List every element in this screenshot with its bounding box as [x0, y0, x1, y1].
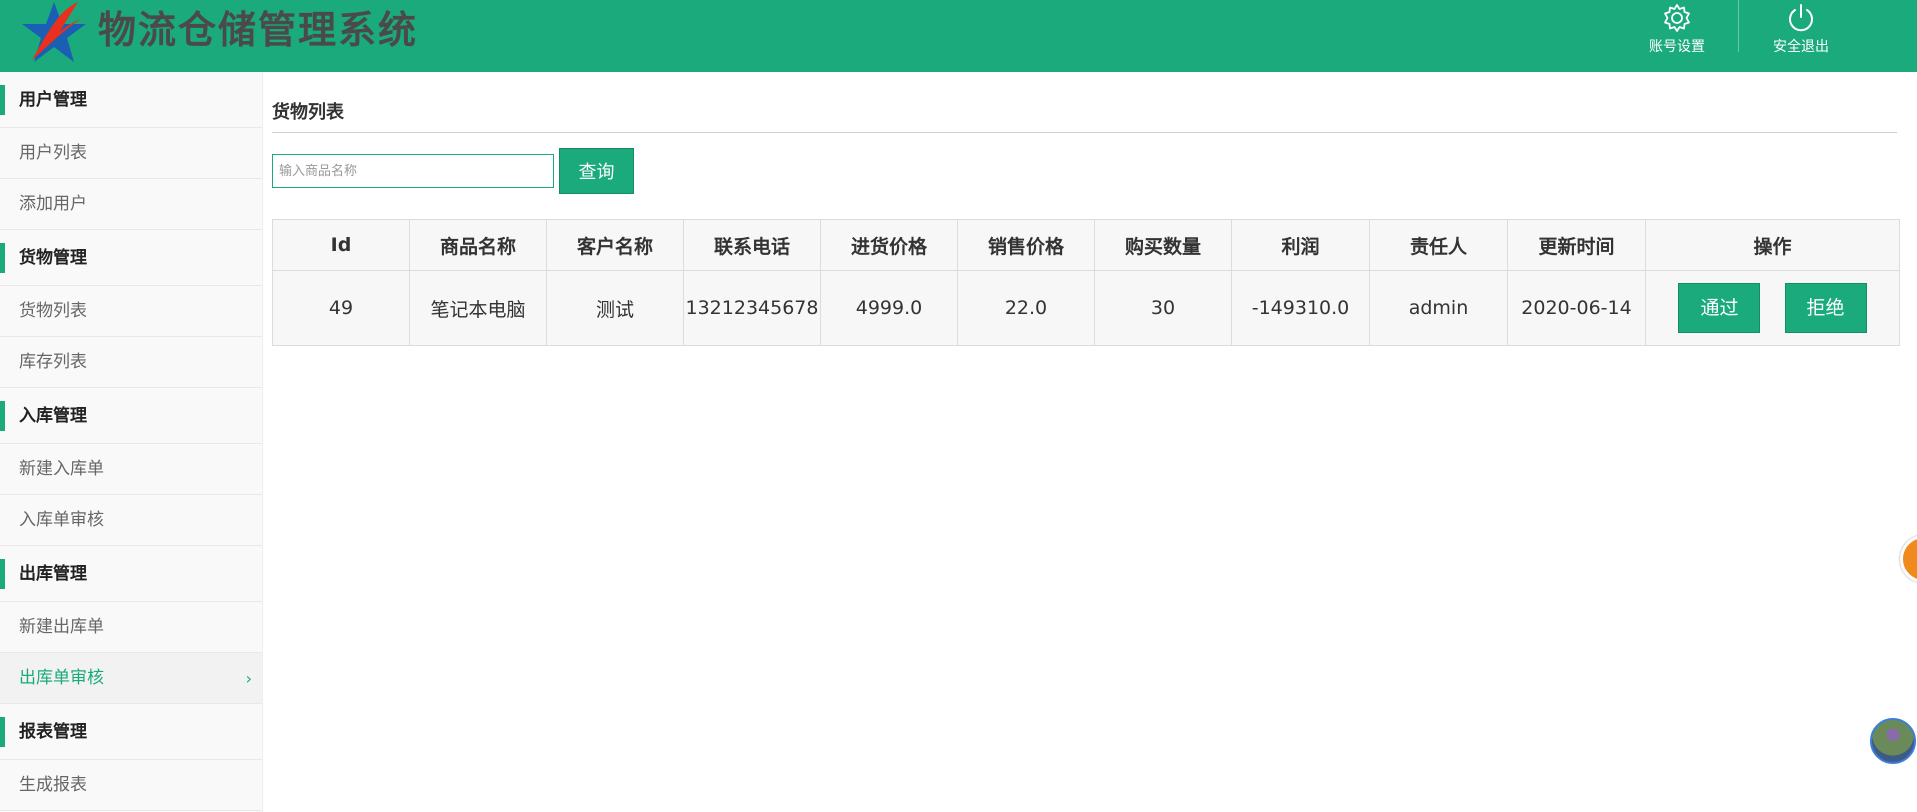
- column-header-purchase-price: 进货价格: [820, 219, 958, 271]
- top-header: 物流仓储管理系统 账号设置 安全退出: [0, 0, 1917, 72]
- sidebar-item-new-inbound-order[interactable]: 新建入库单: [0, 444, 262, 495]
- account-settings-button[interactable]: 账号设置: [1622, 0, 1732, 72]
- title-divider: [272, 132, 1897, 133]
- search-button[interactable]: 查询: [559, 148, 634, 194]
- column-header-quantity: 购买数量: [1094, 219, 1232, 271]
- floating-avatar[interactable]: [1870, 718, 1916, 764]
- column-header-customer-name: 客户名称: [546, 219, 684, 271]
- sidebar-item-goods-list[interactable]: 货物列表: [0, 286, 262, 337]
- floating-badge-icon[interactable]: [1900, 535, 1917, 583]
- power-icon: [1789, 4, 1813, 32]
- cell-updated: 2020-06-14: [1507, 270, 1646, 346]
- cell-quantity: 30: [1094, 270, 1232, 346]
- cell-sale-price: 22.0: [957, 270, 1095, 346]
- column-header-sale-price: 销售价格: [957, 219, 1095, 271]
- column-header-product-name: 商品名称: [409, 219, 547, 271]
- cell-phone: 13212345678: [683, 270, 821, 346]
- cell-purchase-price: 4999.0: [820, 270, 958, 346]
- product-name-search-input[interactable]: [272, 154, 554, 188]
- cell-id: 49: [272, 270, 410, 346]
- column-header-updated: 更新时间: [1507, 219, 1646, 271]
- sidebar-item-new-outbound-order[interactable]: 新建出库单: [0, 602, 262, 653]
- sidebar-group-user-management[interactable]: 用户管理: [0, 72, 262, 128]
- column-header-owner: 责任人: [1369, 219, 1508, 271]
- header-divider: [1738, 0, 1739, 52]
- column-header-phone: 联系电话: [683, 219, 821, 271]
- sidebar-item-inventory-list[interactable]: 库存列表: [0, 337, 262, 388]
- sidebar-item-generate-report[interactable]: 生成报表: [0, 760, 262, 811]
- column-header-profit: 利润: [1231, 219, 1370, 271]
- page-title: 货物列表: [272, 102, 344, 123]
- sidebar-group-inbound-management[interactable]: 入库管理: [0, 388, 262, 444]
- cell-actions: 通过 拒绝: [1645, 270, 1900, 346]
- cell-customer-name: 测试: [546, 270, 684, 346]
- sidebar-item-outbound-review[interactable]: 出库单审核 ›: [0, 653, 262, 704]
- sidebar-group-report-management[interactable]: 报表管理: [0, 704, 262, 760]
- sidebar: 用户管理 用户列表 添加用户 货物管理 货物列表 库存列表 入库管理 新建入库单…: [0, 72, 263, 812]
- account-settings-label: 账号设置: [1649, 39, 1705, 55]
- logout-label: 安全退出: [1773, 39, 1829, 55]
- sidebar-item-inbound-review[interactable]: 入库单审核: [0, 495, 262, 546]
- column-header-id: Id: [272, 219, 410, 271]
- table-header-row: Id 商品名称 客户名称 联系电话 进货价格 销售价格 购买数量 利润 责任人 …: [272, 219, 1900, 271]
- cell-profit: -149310.0: [1231, 270, 1370, 346]
- sidebar-item-user-list[interactable]: 用户列表: [0, 128, 262, 179]
- goods-table: Id 商品名称 客户名称 联系电话 进货价格 销售价格 购买数量 利润 责任人 …: [272, 219, 1900, 346]
- chevron-right-icon: ›: [245, 669, 252, 688]
- sidebar-group-outbound-management[interactable]: 出库管理: [0, 546, 262, 602]
- sidebar-item-add-user[interactable]: 添加用户: [0, 179, 262, 230]
- cell-product-name: 笔记本电脑: [409, 270, 547, 346]
- gear-icon: [1664, 4, 1690, 32]
- logout-button[interactable]: 安全退出: [1746, 0, 1856, 72]
- column-header-actions: 操作: [1645, 219, 1900, 271]
- reject-button[interactable]: 拒绝: [1784, 283, 1867, 333]
- cell-owner: admin: [1369, 270, 1508, 346]
- approve-button[interactable]: 通过: [1678, 283, 1761, 333]
- table-row: 49 笔记本电脑 测试 13212345678 4999.0 22.0 30 -…: [272, 270, 1900, 346]
- app-title: 物流仓储管理系统: [98, 7, 419, 52]
- logo-star-icon: [22, 2, 86, 62]
- sidebar-group-goods-management[interactable]: 货物管理: [0, 230, 262, 286]
